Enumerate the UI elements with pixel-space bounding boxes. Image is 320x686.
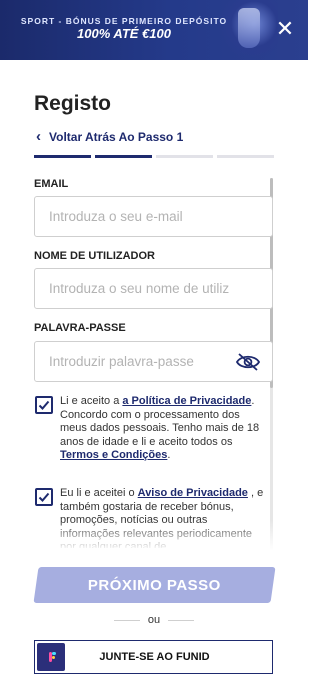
check-icon [38, 400, 50, 410]
email-field[interactable]: Introduza o seu e-mail [34, 196, 273, 237]
password-placeholder: Introduzir palavra-passe [49, 354, 194, 369]
password-label: PALAVRA-PASSE [34, 322, 126, 334]
progress-step-4 [217, 155, 274, 158]
join-funid-label: JUNTE-SE AO FUNID [99, 651, 210, 663]
close-icon[interactable]: ✕ [274, 18, 296, 40]
password-field[interactable]: Introduzir palavra-passe [34, 341, 273, 382]
email-placeholder: Introduza o seu e-mail [49, 209, 183, 224]
or-label: ou [147, 614, 161, 626]
privacy-notice-link[interactable]: Aviso de Privacidade [138, 487, 248, 499]
scroll-fade [0, 520, 300, 554]
progress-bar [34, 155, 274, 158]
next-step-button[interactable]: PRÓXIMO PASSO [33, 567, 276, 603]
progress-step-1 [34, 155, 91, 158]
funid-logo-icon [37, 643, 65, 671]
username-field[interactable]: Introduza o seu nome de utiliz [34, 268, 273, 309]
join-funid-button[interactable]: JUNTE-SE AO FUNID [34, 640, 273, 674]
username-placeholder: Introduza o seu nome de utiliz [49, 281, 230, 296]
progress-step-3 [156, 155, 213, 158]
privacy-consent-text: Li e aceito a a Política de Privacidade.… [60, 395, 260, 461]
back-label: Voltar Atrás Ao Passo 1 [49, 130, 184, 144]
terms-link[interactable]: Termos e Condições [60, 449, 167, 461]
privacy-policy-link[interactable]: a Política de Privacidade [122, 395, 251, 407]
eye-slash-icon[interactable] [236, 353, 260, 371]
page-title: Registo [34, 92, 112, 115]
username-label: NOME DE UTILIZADOR [34, 250, 155, 262]
back-to-step-1-link[interactable]: ‹ Voltar Atrás Ao Passo 1 [36, 128, 184, 145]
banner-subtitle: SPORT - BÓNUS DE PRIMEIRO DEPÓSITO [20, 16, 228, 26]
check-icon [38, 492, 50, 502]
promo-banner[interactable]: SPORT - BÓNUS DE PRIMEIRO DEPÓSITO 100% … [0, 0, 308, 60]
progress-step-2 [95, 155, 152, 158]
email-label: EMAIL [34, 178, 69, 190]
next-step-label: PRÓXIMO PASSO [88, 576, 221, 594]
banner-title: 100% ATÉ €100 [77, 26, 171, 41]
privacy-consent-checkbox[interactable] [35, 396, 53, 414]
chevron-left-icon: ‹ [36, 128, 41, 145]
marketing-consent-checkbox[interactable] [35, 488, 53, 506]
or-divider: ou [114, 613, 194, 627]
